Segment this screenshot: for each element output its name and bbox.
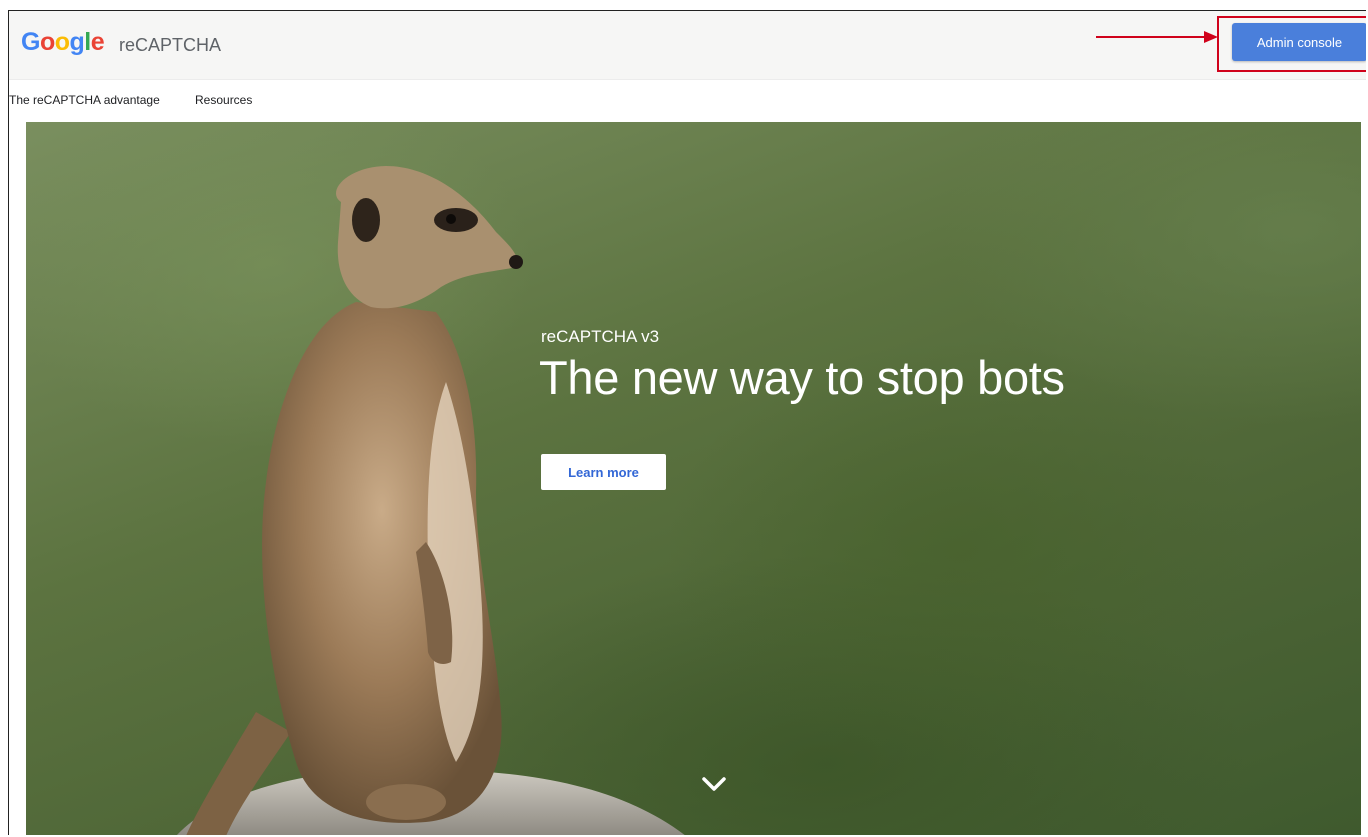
logo-letter: o <box>54 28 70 56</box>
site-header: Google reCAPTCHA Admin console <box>9 11 1366 80</box>
logo-letter: G <box>21 28 40 56</box>
logo-letter: e <box>90 28 105 56</box>
meerkat-image <box>177 166 685 835</box>
top-nav: The reCAPTCHA advantage Resources <box>9 79 1366 122</box>
logo-letter: g <box>69 28 85 56</box>
google-logo[interactable]: Google <box>21 28 105 57</box>
annotation-arrow-icon <box>1096 31 1218 43</box>
hero-banner: reCAPTCHA v3 The new way to stop bots Le… <box>26 122 1361 835</box>
logo-letter: o <box>39 28 55 56</box>
product-name: reCAPTCHA <box>119 35 222 55</box>
browser-page: Google reCAPTCHA Admin console The reCAP… <box>8 10 1366 835</box>
chevron-down-icon[interactable] <box>700 774 728 794</box>
nav-item-resources[interactable]: Resources <box>195 93 252 107</box>
hero-title: The new way to stop bots <box>539 351 1065 404</box>
hero-subtitle: reCAPTCHA v3 <box>541 327 660 346</box>
admin-console-button[interactable]: Admin console <box>1232 23 1366 61</box>
nav-item-advantage[interactable]: The reCAPTCHA advantage <box>9 93 160 107</box>
learn-more-button[interactable]: Learn more <box>541 454 666 490</box>
